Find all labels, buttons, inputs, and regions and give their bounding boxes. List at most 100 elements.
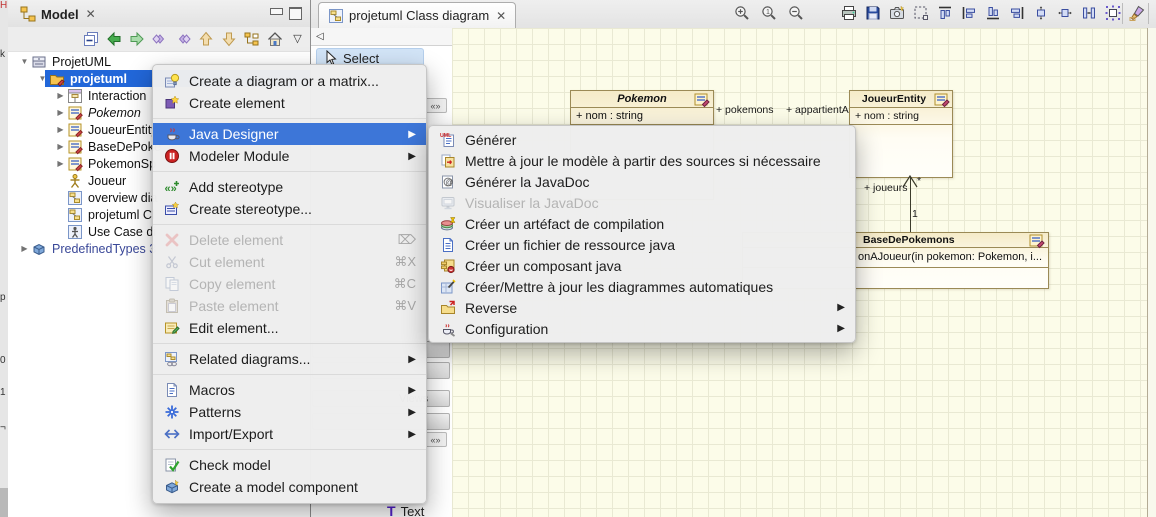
add-stereotype-icon: «» xyxy=(163,179,181,195)
menu-item-modeler-module[interactable]: Modeler Module▶ xyxy=(153,145,426,167)
menu-item-related-diagrams[interactable]: Related diagrams...▶ xyxy=(153,348,426,370)
association-end-pokemons[interactable]: + pokemons xyxy=(716,104,774,116)
nav-forward-button[interactable] xyxy=(127,30,146,49)
close-icon[interactable]: ✕ xyxy=(86,7,96,21)
menu-item-edit-element[interactable]: Edit element... xyxy=(153,317,426,339)
next-element-button[interactable] xyxy=(173,30,192,49)
menu-item-g-n-rer[interactable]: UMLGénérer xyxy=(429,129,855,150)
zoom-in-button[interactable] xyxy=(733,4,751,22)
menu-item-delete-element[interactable]: Delete element ⌦ xyxy=(153,229,426,251)
menu-item-add-stereotype[interactable]: «»Add stereotype xyxy=(153,176,426,198)
distribute-v-button[interactable] xyxy=(1032,4,1050,22)
view-menu-button[interactable]: ▽ xyxy=(288,30,307,49)
maximize-button[interactable] xyxy=(288,7,302,19)
move-down-button[interactable] xyxy=(219,30,238,49)
expander-collapsed-icon[interactable]: ▶ xyxy=(18,244,31,253)
expander-collapsed-icon[interactable]: ▶ xyxy=(54,142,67,151)
edge-mark: H xyxy=(0,1,7,11)
menu-item-cr-er-un-art-fact-de-compilation[interactable]: Créer un artéfact de compilation xyxy=(429,213,855,234)
menu-item-cr-er-un-composant-java[interactable]: Créer un composant java xyxy=(429,255,855,276)
distribute-h-button[interactable] xyxy=(1056,4,1074,22)
snapshot-button[interactable] xyxy=(888,4,906,22)
create-element-icon xyxy=(163,95,181,111)
menu-item-cr-er-mettre-jour-les-diagrammes-automatiques[interactable]: Créer/Mettre à jour les diagrammes autom… xyxy=(429,276,855,297)
svg-text:1: 1 xyxy=(766,9,770,16)
menu-item-create-stereotype[interactable]: Create stereotype... xyxy=(153,198,426,220)
fit-selection-button[interactable] xyxy=(1104,4,1122,22)
align-right-button[interactable] xyxy=(1008,4,1026,22)
zoom-out-button[interactable] xyxy=(787,4,805,22)
expander-collapsed-icon[interactable]: ▶ xyxy=(54,159,67,168)
class-java-icon xyxy=(67,156,83,172)
menu-item-create-a-diagram-or-a-matrix[interactable]: Create a diagram or a matrix... xyxy=(153,70,426,92)
close-icon[interactable]: ✕ xyxy=(496,9,506,23)
expand-chevrons-icon[interactable]: «» xyxy=(424,432,447,447)
move-up-button[interactable] xyxy=(196,30,215,49)
menu-item-copy-element[interactable]: Copy element⌘C xyxy=(153,273,426,295)
menu-item-label: Related diagrams... xyxy=(189,351,310,367)
minimize-button[interactable] xyxy=(269,7,283,19)
palette-tool-text[interactable]: T Text xyxy=(387,503,424,517)
print-button[interactable] xyxy=(840,4,858,22)
menu-item-java-designer[interactable]: Java Designer▶ xyxy=(153,123,426,145)
style-brush-button[interactable] xyxy=(1128,4,1146,22)
menu-item-reverse[interactable]: Reverse▶ xyxy=(429,297,855,318)
association-end-joueurs[interactable]: + joueurs xyxy=(864,182,908,194)
align-left-button[interactable] xyxy=(960,4,978,22)
menu-item-label: Delete element xyxy=(189,232,283,248)
tree-item-label: PokemonSp xyxy=(88,157,156,171)
menu-item-cut-element[interactable]: Cut element⌘X xyxy=(153,251,426,273)
collapse-palette-icon[interactable]: ◁ xyxy=(316,31,324,42)
save-button[interactable] xyxy=(864,4,882,22)
distribute-v-icon xyxy=(1033,5,1049,21)
tab-model[interactable]: Model ✕ xyxy=(12,2,104,26)
menu-item-cr-er-un-fichier-de-ressource-java[interactable]: Créer un fichier de ressource java xyxy=(429,234,855,255)
tree-item-label: projetuml Cl xyxy=(88,208,155,222)
artifact-icon xyxy=(439,216,457,232)
menu-item-g-n-rer-la-javadoc[interactable]: @Générer la JavaDoc xyxy=(429,171,855,192)
expander-collapsed-icon[interactable]: ▶ xyxy=(54,91,67,100)
menu-item-paste-element[interactable]: Paste element⌘V xyxy=(153,295,426,317)
menu-item-check-model[interactable]: Check model xyxy=(153,454,426,476)
association-end-appartienta[interactable]: + appartientA xyxy=(786,104,849,116)
marquee-button[interactable] xyxy=(912,4,930,22)
menu-item-import-export[interactable]: Import/Export▶ xyxy=(153,423,426,445)
tab-class-diagram[interactable]: projetuml Class diagram ✕ xyxy=(318,2,516,28)
menu-item-mettre-jour-le-mod-le-partir-des-sources-si-n-cessaire[interactable]: Mettre à jour le modèle à partir des sou… xyxy=(429,150,855,171)
menu-item-create-element[interactable]: Create element xyxy=(153,92,426,114)
multiplicity-star: * xyxy=(917,175,921,187)
copy-icon xyxy=(163,276,181,292)
link-with-editor-button[interactable] xyxy=(242,30,261,49)
menu-item-create-a-model-component[interactable]: Create a model component xyxy=(153,476,426,498)
home-button[interactable] xyxy=(265,30,284,49)
expander-expanded-icon[interactable]: ▼ xyxy=(36,74,49,83)
menu-item-visualiser-la-javadoc[interactable]: Visualiser la JavaDoc xyxy=(429,192,855,213)
menu-item-configuration[interactable]: Configuration▶ xyxy=(429,318,855,339)
menu-item-label: Créer/Mettre à jour les diagrammes autom… xyxy=(465,279,773,295)
menu-shortcut: ⌘X xyxy=(394,254,416,270)
align-bottom-button[interactable] xyxy=(984,4,1002,22)
class-joueurentity[interactable]: JoueurEntity + nom : string xyxy=(849,90,953,178)
collapse-all-button[interactable] xyxy=(81,30,100,49)
menu-shortcut: ⌦ xyxy=(398,232,416,248)
menu-shortcut: ⌘C xyxy=(394,276,416,292)
expand-chevrons-icon[interactable]: «» xyxy=(424,98,447,113)
align-top-button[interactable] xyxy=(936,4,954,22)
expander-collapsed-icon[interactable]: ▶ xyxy=(54,125,67,134)
menu-item-macros[interactable]: Macros▶ xyxy=(153,379,426,401)
menu-item-label: Créer un artéfact de compilation xyxy=(465,216,664,232)
nav-back-button[interactable] xyxy=(104,30,123,49)
uml-class-icon xyxy=(694,92,710,108)
zoom-original-button[interactable]: 1 xyxy=(760,4,778,22)
tree-item-label: Interaction xyxy=(88,89,146,103)
maximize-icon xyxy=(289,7,302,20)
check-model-icon xyxy=(163,457,181,473)
match-size-button[interactable] xyxy=(1080,4,1098,22)
prev-element-button[interactable] xyxy=(150,30,169,49)
menu-item-patterns[interactable]: Patterns▶ xyxy=(153,401,426,423)
auto-diagrams-icon xyxy=(439,279,457,295)
delete-icon xyxy=(163,232,181,248)
expander-expanded-icon[interactable]: ▼ xyxy=(18,57,31,66)
menu-item-label: Check model xyxy=(189,457,271,473)
expander-collapsed-icon[interactable]: ▶ xyxy=(54,108,67,117)
